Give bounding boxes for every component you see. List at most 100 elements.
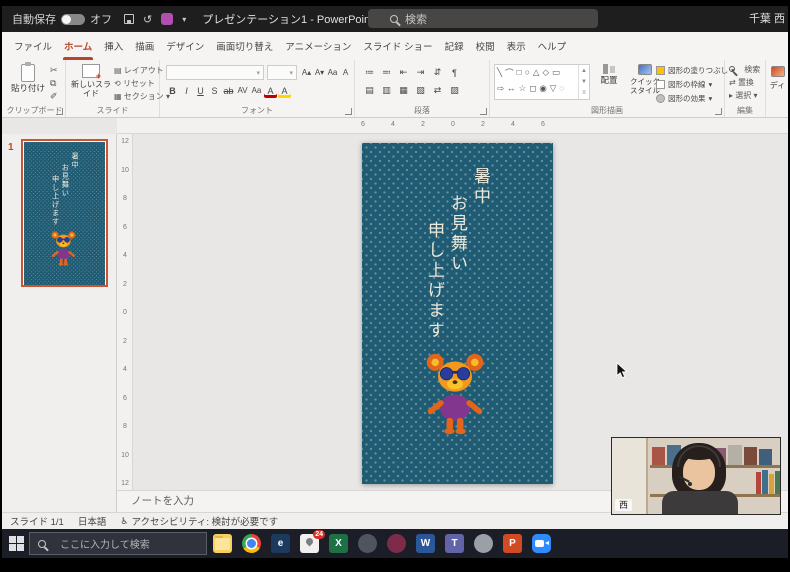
dialog-launcher-icon[interactable]	[480, 108, 487, 115]
align-center-button[interactable]: ▥	[380, 83, 393, 98]
copy-icon[interactable]: ⧉	[50, 78, 56, 89]
tab-review[interactable]: 校閲	[470, 34, 501, 60]
shape-icon[interactable]: ╲	[497, 67, 502, 79]
user-name[interactable]: 千葉 西	[749, 6, 785, 32]
shape-icon[interactable]: ◌	[559, 83, 564, 94]
taskbar-icon-app-maroon[interactable]	[387, 534, 406, 553]
shape-icon[interactable]: ◉	[539, 83, 546, 94]
tab-slideshow[interactable]: スライド ショー	[357, 34, 438, 60]
align-right-button[interactable]: ▦	[397, 83, 410, 98]
line-spacing-button[interactable]: ⇵	[431, 65, 444, 80]
shape-icon[interactable]: ▭	[552, 67, 560, 79]
shape-icon[interactable]: ⇨	[497, 83, 504, 94]
gallery-scroll[interactable]: ▲▼≡	[578, 65, 589, 99]
font-size-combo[interactable]: ▾	[267, 65, 297, 80]
taskbar-icon-file-explorer[interactable]	[213, 534, 232, 553]
shape-icon[interactable]: ◇	[542, 67, 549, 79]
paste-button[interactable]: 貼り付け	[10, 64, 46, 93]
shape-icon[interactable]: □	[517, 67, 522, 79]
save-icon[interactable]	[124, 14, 134, 24]
tab-design[interactable]: デザイン	[160, 34, 210, 60]
slide-thumbnail[interactable]: 暑中 お見舞い 申し上げます	[21, 139, 108, 287]
shape-icon[interactable]: ⌒	[505, 67, 514, 79]
character-spacing-button[interactable]: AV	[236, 83, 249, 98]
align-left-button[interactable]: ▤	[363, 83, 376, 98]
taskbar-icon-teams[interactable]: T	[445, 534, 464, 553]
shape-icon[interactable]: ◻	[529, 83, 536, 94]
dialog-launcher-icon[interactable]	[715, 108, 722, 115]
text-direction-button[interactable]: ⇄	[431, 83, 444, 98]
shape-icon[interactable]: △	[533, 67, 540, 79]
tab-view[interactable]: 表示	[501, 34, 532, 60]
designer-button[interactable]: ディ	[767, 60, 788, 117]
outdent-button[interactable]: ⇤	[397, 65, 410, 80]
format-painter-icon[interactable]: ✐	[50, 91, 58, 102]
justify-button[interactable]: ▧	[414, 83, 427, 98]
grow-font-button[interactable]: A▴	[300, 65, 313, 80]
vertical-ruler[interactable]: 12 10 8 6 4 2 0 2 4 6 8 10 12	[117, 134, 133, 512]
shapes-gallery[interactable]: ╲ ⌒ □ ○ △ ◇ ▭ ⇨ ↔ ☆ ◻ ◉ ▽ ◌ ▲▼≡	[494, 64, 590, 100]
taskbar-icon-zoom[interactable]	[532, 534, 551, 553]
taskbar-icon-word[interactable]: W	[416, 534, 435, 553]
taskbar-icon-app-slate[interactable]	[358, 534, 377, 553]
shape-icon[interactable]: ○	[525, 67, 530, 79]
shrink-font-button[interactable]: A▾	[313, 65, 326, 80]
reset-button[interactable]: ⟲ リセット	[114, 78, 155, 89]
tab-transitions[interactable]: 画面切り替え	[210, 34, 279, 60]
clear-formatting-button[interactable]: A	[339, 65, 352, 80]
cut-icon[interactable]: ✂	[50, 65, 58, 76]
shape-icon[interactable]: ☆	[519, 83, 527, 94]
shape-outline-button[interactable]: 図形の枠線▾	[656, 79, 712, 90]
shape-effects-button[interactable]: 図形の効果▾	[656, 93, 712, 104]
taskbar-icon-settings[interactable]	[474, 534, 493, 553]
change-case-button[interactable]: Aa	[326, 65, 339, 80]
bear-illustration[interactable]	[422, 351, 488, 436]
font-name-combo[interactable]: ▾	[166, 65, 264, 80]
undo-icon[interactable]: ↺	[143, 13, 152, 26]
tab-animations[interactable]: アニメーション	[279, 34, 357, 60]
taskbar-icon-excel[interactable]: X	[329, 534, 348, 553]
tab-record[interactable]: 記録	[439, 34, 470, 60]
shape-fill-button[interactable]: 図形の塗りつぶし▾	[656, 65, 735, 76]
bullets-button[interactable]: ≔	[363, 65, 376, 80]
taskbar-icon-chrome[interactable]	[242, 534, 261, 553]
text-shadow-button[interactable]: S	[208, 83, 221, 98]
numbering-button[interactable]: ≕	[380, 65, 393, 80]
dialog-launcher-icon[interactable]	[345, 108, 352, 115]
shape-icon[interactable]: ↔	[507, 83, 516, 94]
change-case-button[interactable]: Aa	[250, 83, 263, 98]
language-indicator[interactable]: 日本語	[78, 514, 107, 528]
arrange-button[interactable]: 配置	[594, 64, 624, 85]
columns-button[interactable]: ▨	[448, 83, 461, 98]
autosave-toggle[interactable]	[61, 14, 85, 25]
font-color-button[interactable]: A	[264, 83, 277, 98]
titlebar-search[interactable]: 検索	[368, 9, 598, 28]
select-button[interactable]: ▸ 選択 ▾	[729, 90, 758, 101]
highlight-color-button[interactable]: A	[278, 83, 291, 98]
taskbar-icon-maps[interactable]: 24	[300, 534, 319, 553]
ink-icon[interactable]	[161, 13, 173, 25]
tab-home[interactable]: ホーム	[58, 34, 98, 60]
start-button[interactable]	[9, 536, 24, 551]
customize-quick-access-icon[interactable]: ▾	[182, 15, 186, 24]
slide-canvas[interactable]: 暑中 お見舞い 申し上げます	[362, 143, 553, 484]
tab-insert[interactable]: 挿入	[98, 34, 129, 60]
underline-button[interactable]: U	[194, 83, 207, 98]
find-button[interactable]: 検索	[729, 64, 760, 75]
accessibility-status[interactable]: ♿ アクセシビリティ: 検討が必要です	[120, 514, 278, 528]
taskbar-icon-powerpoint[interactable]: P	[503, 534, 522, 553]
replace-button[interactable]: ⇄ 置換	[729, 77, 754, 88]
editing-canvas[interactable]: 暑中 お見舞い 申し上げます	[133, 134, 788, 490]
indent-button[interactable]: ⇥	[414, 65, 427, 80]
italic-button[interactable]: I	[180, 83, 193, 98]
bold-button[interactable]: B	[166, 83, 179, 98]
webcam-overlay[interactable]: 西	[612, 438, 780, 514]
new-slide-button[interactable]: 新しいスライド	[70, 64, 112, 98]
paragraph-marks-button[interactable]: ¶	[448, 65, 461, 80]
taskbar-icon-edge[interactable]: e	[271, 534, 290, 553]
horizontal-ruler[interactable]: 6 4 2 0 2 4 6	[117, 118, 788, 134]
strikethrough-button[interactable]: ab	[222, 83, 235, 98]
dialog-launcher-icon[interactable]	[56, 108, 63, 115]
taskbar-search[interactable]: ここに入力して検索	[29, 532, 207, 555]
tab-file[interactable]: ファイル	[8, 34, 58, 60]
